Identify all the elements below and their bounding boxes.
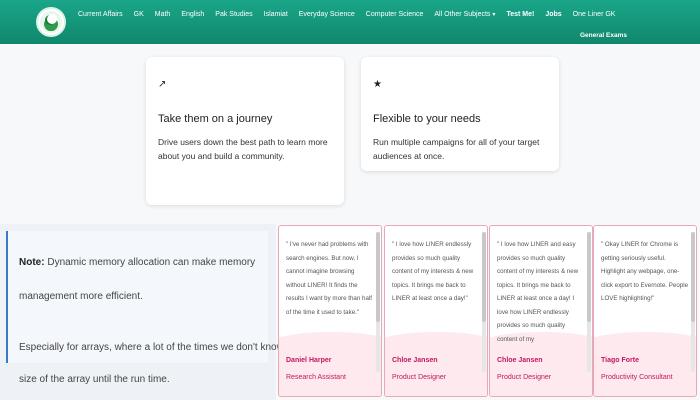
nav-pak-studies[interactable]: Pak Studies xyxy=(215,8,252,22)
testimonial-scrollbar[interactable] xyxy=(482,232,486,372)
scrollbar-thumb[interactable] xyxy=(587,232,591,322)
nav-everyday-science[interactable]: Everyday Science xyxy=(299,8,355,22)
testimonials-strip: " I've never had problems with search en… xyxy=(278,222,700,400)
feature-description: Drive users down the best path to learn … xyxy=(158,137,328,161)
nav-computer-science[interactable]: Computer Science xyxy=(366,8,424,22)
testimonial-card: " I love how LINER endlessly provides so… xyxy=(384,225,488,397)
nav-english[interactable]: English xyxy=(181,8,204,22)
nav-jobs[interactable]: Jobs xyxy=(545,8,561,22)
nav-test-me[interactable]: Test Me! xyxy=(506,8,534,22)
testimonial-quote: " I love how LINER and easy provides so … xyxy=(497,241,579,343)
feature-card-flexible: ★ Flexible to your needs Run multiple ca… xyxy=(361,57,559,171)
testimonial-card: " I've never had problems with search en… xyxy=(278,225,382,397)
scrollbar-thumb[interactable] xyxy=(691,232,695,322)
testimonial-quote: " I've never had problems with search en… xyxy=(286,241,372,316)
nav-gk[interactable]: GK xyxy=(134,8,144,22)
feature-card-journey: ↗ Take them on a journey Drive users dow… xyxy=(146,57,344,205)
testimonial-name: Daniel Harper xyxy=(286,357,332,364)
feature-description: Run multiple campaigns for all of your t… xyxy=(373,137,540,161)
note-text-line: Note: Dynamic memory allocation can make… xyxy=(19,257,255,268)
testimonial-quote: " Okay LINER for Chrome is getting serio… xyxy=(601,241,689,302)
note-text-line: Especially for arrays, where a lot of th… xyxy=(19,342,301,353)
testimonial-scrollbar[interactable] xyxy=(376,232,380,372)
top-navbar: Current Affairs GK Math English Pak Stud… xyxy=(0,0,700,44)
trend-icon: ↗ xyxy=(158,79,167,90)
testimonial-name: Chloe Jansen xyxy=(497,357,543,364)
caret-down-icon: ▾ xyxy=(492,12,496,18)
testimonial-role: Productivity Consultant xyxy=(601,374,673,381)
testimonial-quote: " I love how LINER endlessly provides so… xyxy=(392,241,474,302)
testimonial-role: Research Assistant xyxy=(286,374,346,381)
scrollbar-thumb[interactable] xyxy=(376,232,380,322)
note-text-line: management more efficient. xyxy=(19,291,143,302)
testimonial-card: " Okay LINER for Chrome is getting serio… xyxy=(593,225,697,397)
star-icon: ★ xyxy=(373,79,382,90)
feature-title: Flexible to your needs xyxy=(373,113,481,125)
nav-all-other-subjects[interactable]: All Other Subjects ▾ xyxy=(434,8,495,22)
testimonial-scrollbar[interactable] xyxy=(691,232,695,372)
feature-title: Take them on a journey xyxy=(158,113,273,125)
note-label: Note: xyxy=(19,257,45,268)
testimonial-role: Product Designer xyxy=(497,374,552,381)
nav-one-liner-gk[interactable]: One Liner GK xyxy=(573,8,616,22)
nav-all-other-subjects-label: All Other Subjects xyxy=(434,11,491,18)
testimonial-card: " I love how LINER and easy provides so … xyxy=(489,225,593,397)
testimonial-role: Product Designer xyxy=(392,374,447,381)
nav-menu: Current Affairs GK Math English Pak Stud… xyxy=(78,8,626,22)
nav-islamiat[interactable]: Islamiat xyxy=(264,8,288,22)
note-line1-text: Dynamic memory allocation can make memor… xyxy=(44,257,256,268)
testimonial-name: Chloe Jansen xyxy=(392,357,438,364)
nav-current-affairs[interactable]: Current Affairs xyxy=(78,8,123,22)
testimonial-scrollbar[interactable] xyxy=(587,232,591,372)
testimonial-name: Tiago Forte xyxy=(601,357,639,364)
nav-math[interactable]: Math xyxy=(155,8,171,22)
nav-general-exams[interactable]: General Exams xyxy=(580,32,627,39)
note-text-line: size of the array until the run time. xyxy=(19,374,170,385)
crescent-logo-icon[interactable] xyxy=(36,7,66,37)
scrollbar-thumb[interactable] xyxy=(482,232,486,322)
